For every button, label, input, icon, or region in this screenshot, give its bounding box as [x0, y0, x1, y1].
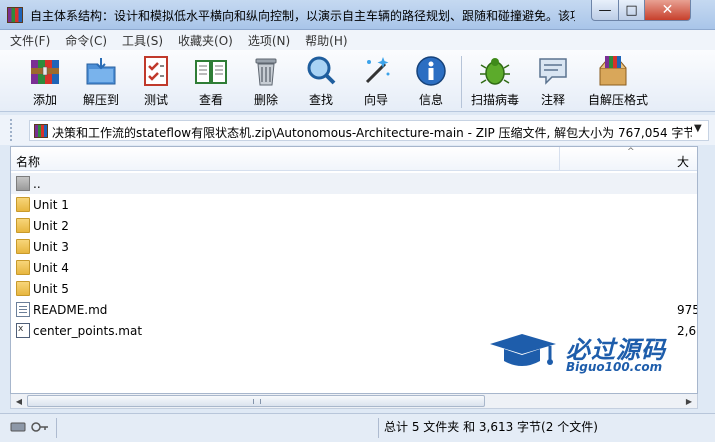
menu-commands[interactable]: 命令(C) — [65, 32, 107, 49]
scroll-left-icon[interactable]: ◀ — [12, 395, 26, 407]
path-dropdown-icon[interactable]: ▼ — [694, 123, 702, 134]
item-name: README.md — [33, 303, 108, 317]
menu-favorites[interactable]: 收藏夹(O) — [178, 32, 233, 49]
magic-wand-icon — [359, 54, 393, 88]
menu-options[interactable]: 选项(N) — [248, 32, 290, 49]
parent-folder-icon — [16, 176, 30, 191]
find-label: 查找 — [308, 93, 333, 107]
comment-label: 注释 — [540, 93, 565, 107]
info-icon — [414, 54, 448, 88]
view-label: 查看 — [198, 93, 223, 107]
menu-file[interactable]: 文件(F) — [10, 32, 50, 49]
graduation-cap-icon — [488, 332, 558, 372]
find-button[interactable]: 查找 — [296, 54, 346, 110]
status-separator — [378, 418, 379, 438]
archive-path-box[interactable]: 决策和工作流的stateflow有限状态机.zip\Autonomous-Arc… — [29, 120, 709, 141]
mat-file-icon — [16, 323, 30, 338]
watermark-logo: 必过源码 Biguo100.com — [488, 330, 698, 380]
delete-button[interactable]: 删除 — [241, 54, 291, 110]
scroll-right-icon[interactable]: ▶ — [682, 395, 696, 407]
menu-help[interactable]: 帮助(H) — [305, 32, 347, 49]
item-name: .. — [33, 177, 41, 191]
info-button[interactable]: 信息 — [406, 54, 456, 110]
column-header-name[interactable]: 名称 — [16, 153, 40, 170]
horizontal-scrollbar[interactable]: ◀ ▶ — [10, 394, 698, 409]
checklist-icon — [139, 54, 173, 88]
list-item[interactable]: Unit 1 — [11, 194, 697, 215]
folder-icon — [16, 239, 30, 254]
item-name: Unit 5 — [33, 282, 69, 296]
bug-icon — [478, 54, 512, 88]
item-size: 975 — [677, 303, 698, 317]
add-label: 添加 — [32, 93, 57, 107]
list-header: 名称 ^ 大小 — [11, 147, 697, 186]
list-item[interactable]: Unit 2 — [11, 215, 697, 236]
key-drive-icon[interactable] — [10, 420, 50, 434]
title-bar: 自主体系结构：设计和模拟低水平横向和纵向控制，以演示自主车辆的路径规划、跟随和碰… — [0, 0, 715, 30]
column-splitter[interactable] — [559, 147, 560, 171]
folder-extract-icon — [84, 54, 118, 88]
view-button[interactable]: 查看 — [186, 54, 236, 110]
menu-tools[interactable]: 工具(S) — [122, 32, 163, 49]
item-name: Unit 4 — [33, 261, 69, 275]
list-item[interactable]: Unit 5 — [11, 278, 697, 299]
test-button[interactable]: 测试 — [131, 54, 181, 110]
delete-label: 删除 — [253, 93, 278, 107]
test-label: 测试 — [143, 93, 168, 107]
scrollbar-thumb[interactable] — [27, 395, 485, 407]
scrollbar-grip — [253, 399, 261, 404]
folder-icon — [16, 197, 30, 212]
wizard-button[interactable]: 向导 — [351, 54, 401, 110]
menu-bar: 文件(F) 命令(C) 工具(S) 收藏夹(O) 选项(N) 帮助(H) — [0, 30, 715, 50]
archive-books-icon — [28, 54, 62, 88]
archive-icon — [34, 124, 48, 138]
info-label: 信息 — [418, 93, 443, 107]
sfx-label: 自解压格式 — [588, 93, 649, 107]
trash-can-icon — [249, 54, 283, 88]
window-title: 自主体系结构：设计和模拟低水平横向和纵向控制，以演示自主车辆的路径规划、跟随和碰… — [30, 9, 575, 23]
folder-icon — [16, 281, 30, 296]
add-button[interactable]: 添加 — [20, 54, 70, 110]
folder-icon — [16, 260, 30, 275]
sfx-box-icon — [596, 54, 630, 88]
minimize-button[interactable]: — — [591, 0, 619, 21]
item-name: center_points.mat — [33, 324, 143, 338]
extract-to-button[interactable]: 解压到 — [76, 54, 126, 110]
archive-path: 决策和工作流的stateflow有限状态机.zip\Autonomous-Arc… — [52, 126, 692, 140]
list-item[interactable]: README.md 975 — [11, 299, 698, 320]
item-name: Unit 3 — [33, 240, 69, 254]
toolbar: 添加 解压到 测试 查看 删除 查找 向导 信息 扫描病毒 注释 自解压格式 — [0, 50, 715, 112]
maximize-button[interactable]: □ — [618, 0, 645, 21]
item-name: Unit 1 — [33, 198, 69, 212]
toolbar-separator — [461, 56, 462, 108]
item-name: Unit 2 — [33, 219, 69, 233]
book-view-icon — [194, 54, 228, 88]
magnifier-icon — [304, 54, 338, 88]
extract-to-label: 解压到 — [82, 93, 119, 107]
text-file-icon — [16, 302, 30, 317]
sfx-button[interactable]: 自解压格式 — [588, 54, 649, 110]
status-text: 总计 5 文件夹 和 3,613 字节(2 个文件) — [384, 420, 598, 434]
scan-virus-button[interactable]: 扫描病毒 — [470, 54, 520, 110]
folder-icon — [16, 218, 30, 233]
status-bar: 总计 5 文件夹 和 3,613 字节(2 个文件) — [0, 413, 715, 442]
wizard-label: 向导 — [363, 93, 388, 107]
address-bar: 决策和工作流的stateflow有限状态机.zip\Autonomous-Arc… — [0, 115, 715, 145]
address-grip — [10, 119, 20, 141]
scan-virus-label: 扫描病毒 — [470, 93, 519, 107]
comment-note-icon — [536, 54, 570, 88]
close-button[interactable]: ✕ — [644, 0, 691, 21]
list-item[interactable]: Unit 3 — [11, 236, 697, 257]
watermark-url: Biguo100.com — [566, 360, 663, 374]
list-item[interactable]: Unit 4 — [11, 257, 697, 278]
list-item-parent[interactable]: .. — [11, 173, 697, 194]
status-separator — [56, 418, 57, 438]
sort-arrow-icon: ^ — [627, 147, 635, 157]
winrar-app-icon[interactable] — [7, 7, 23, 23]
comment-button[interactable]: 注释 — [528, 54, 578, 110]
